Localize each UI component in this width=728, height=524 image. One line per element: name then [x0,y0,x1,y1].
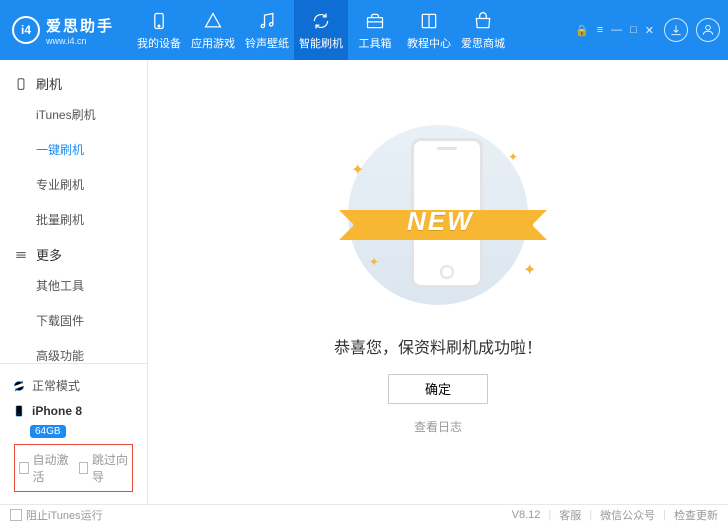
sidebar: 刷机iTunes刷机一键刷机专业刷机批量刷机更多其他工具下载固件高级功能 正常模… [0,60,148,504]
nav-apps[interactable]: 应用游戏 [186,0,240,60]
note-icon [256,10,278,32]
book-icon [418,10,440,32]
nav-shop[interactable]: 爱思商城 [456,0,510,60]
phone-icon [148,10,170,32]
footer-link-update[interactable]: 检查更新 [674,507,718,523]
download-button[interactable] [664,18,688,42]
block-itunes-checkbox[interactable]: 阻止iTunes运行 [10,507,103,523]
header-right: 🔒 ≡ — □ ✕ [573,18,720,42]
skip-guide-checkbox[interactable]: 跳过向导 [79,451,129,485]
brand-name: 爱思助手 [46,15,114,36]
success-illustration: NEW ✦ ✦ ✦ ✦ [323,120,553,310]
group-icon [14,77,28,91]
group-icon [14,248,28,262]
brand-url: www.i4.cn [46,36,114,46]
version-label: V8.12 [512,509,541,521]
success-message: 恭喜您，保资料刷机成功啦！ [334,334,542,358]
auto-activate-checkbox[interactable]: 自动激活 [19,451,69,485]
top-nav: 我的设备应用游戏铃声壁纸智能刷机工具箱教程中心爱思商城 [132,0,573,60]
footer-link-support[interactable]: 客服 [559,507,581,523]
phone-icon [12,404,26,418]
apps-icon [202,10,224,32]
confirm-button[interactable]: 确定 [388,374,488,404]
footer-link-wechat[interactable]: 微信公众号 [600,507,655,523]
nav-book[interactable]: 教程中心 [402,0,456,60]
view-log-link[interactable]: 查看日志 [414,418,462,435]
nav-refresh[interactable]: 智能刷机 [294,0,348,60]
shop-icon [472,10,494,32]
status-bar: 阻止iTunes运行 V8.12 | 客服 | 微信公众号 | 检查更新 [0,504,728,524]
logo[interactable]: i4 爱思助手 www.i4.cn [12,15,114,46]
sidebar-device-panel: 正常模式 iPhone 8 64GB 自动激活 跳过向导 [0,363,147,504]
sidebar-item[interactable]: 下载固件 [0,303,147,338]
sidebar-item[interactable]: 批量刷机 [0,202,147,237]
title-bar: i4 爱思助手 www.i4.cn 我的设备应用游戏铃声壁纸智能刷机工具箱教程中… [0,0,728,60]
lock-icon[interactable]: 🔒 [573,22,591,39]
storage-badge: 64GB [30,425,66,438]
options-box: 自动激活 跳过向导 [14,444,133,492]
sidebar-group[interactable]: 刷机 [0,66,147,97]
main-content: NEW ✦ ✦ ✦ ✦ 恭喜您，保资料刷机成功啦！ 确定 查看日志 [148,60,728,504]
window-controls: 🔒 ≡ — □ ✕ [573,22,656,39]
close-icon[interactable]: ✕ [643,22,656,39]
logo-icon: i4 [12,16,40,44]
sidebar-group[interactable]: 更多 [0,237,147,268]
sidebar-item[interactable]: 一键刷机 [0,132,147,167]
device-name-label: iPhone 8 [32,404,82,418]
toolbox-icon [364,10,386,32]
maximize-icon[interactable]: □ [628,22,639,39]
nav-toolbox[interactable]: 工具箱 [348,0,402,60]
nav-phone[interactable]: 我的设备 [132,0,186,60]
menu-icon[interactable]: ≡ [595,22,605,39]
refresh-icon [310,10,332,32]
sidebar-item[interactable]: 其他工具 [0,268,147,303]
sync-icon [12,379,26,393]
device-name[interactable]: iPhone 8 [10,399,137,423]
user-button[interactable] [696,18,720,42]
sidebar-item[interactable]: iTunes刷机 [0,97,147,132]
minimize-icon[interactable]: — [609,22,624,39]
device-mode[interactable]: 正常模式 [10,372,137,399]
sidebar-item[interactable]: 专业刷机 [0,167,147,202]
nav-note[interactable]: 铃声壁纸 [240,0,294,60]
sidebar-item[interactable]: 高级功能 [0,338,147,363]
device-mode-label: 正常模式 [32,377,80,394]
ribbon-text: NEW [407,206,474,237]
